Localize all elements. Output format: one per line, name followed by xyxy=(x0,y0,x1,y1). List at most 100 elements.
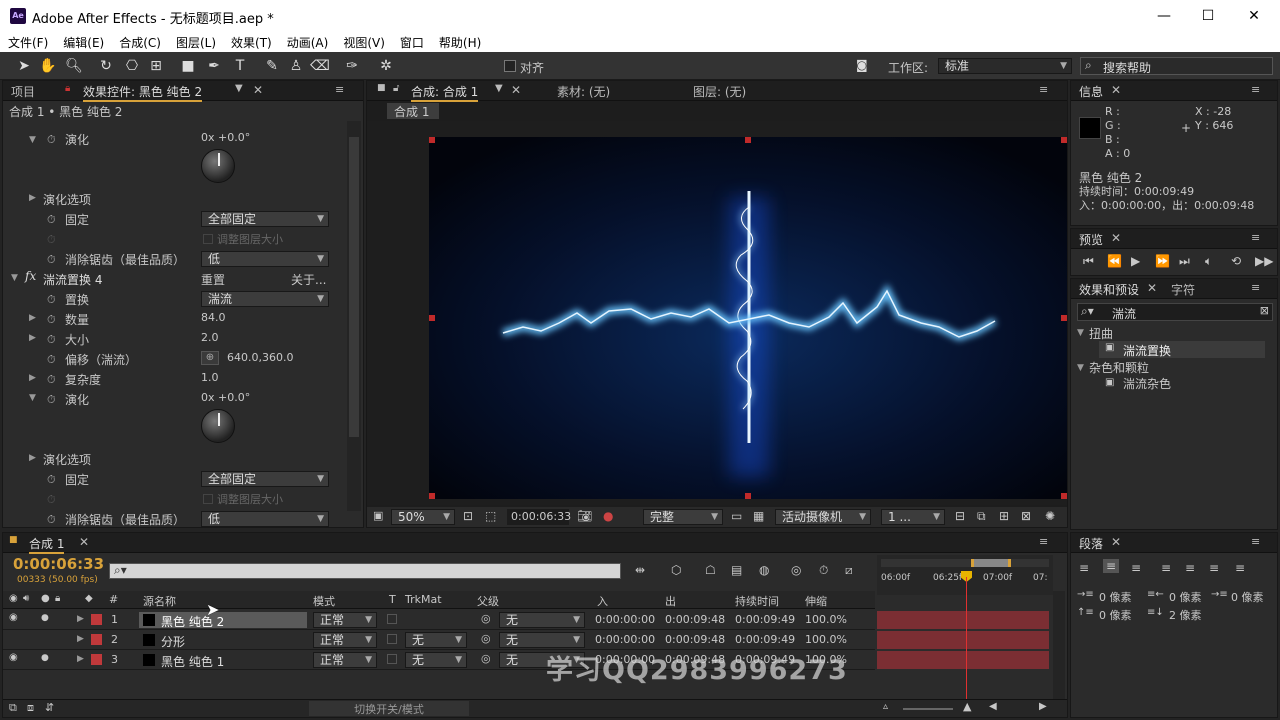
first-line-indent-value[interactable]: 0 像素 xyxy=(1231,589,1264,605)
timeline-current-time[interactable]: 0:00:06:33 xyxy=(13,555,104,573)
graph-editor-icon[interactable]: ⧄ xyxy=(845,563,853,578)
menu-animation[interactable]: 动画(A) xyxy=(279,32,336,52)
preserve-transparency-checkbox[interactable] xyxy=(387,614,397,624)
help-search-input[interactable]: ⌕ 搜索帮助 xyxy=(1080,57,1273,75)
prop-cycle-select[interactable]: 全部固定 xyxy=(201,211,329,227)
play-icon[interactable]: ▶ xyxy=(1131,254,1140,268)
timeline-vscrollbar[interactable] xyxy=(1053,591,1065,699)
tab-effect-controls[interactable]: 效果控件: 黑色 纯色 2 xyxy=(83,83,203,102)
brush-tool-icon[interactable]: ✎ xyxy=(262,56,282,76)
panel-menu-icon[interactable]: ≡ xyxy=(1251,535,1260,548)
align-center-icon[interactable]: ≡ xyxy=(1103,559,1120,573)
hand-tool-icon[interactable]: ✋ xyxy=(38,56,58,76)
layer-duration-bar[interactable] xyxy=(877,631,1049,649)
layer-name[interactable]: 黑色 纯色 1 xyxy=(161,653,224,670)
draft-3d-icon[interactable]: ⬡ xyxy=(671,563,681,577)
prop-offset-value[interactable]: 640.0,360.0 xyxy=(227,351,293,364)
close-tab-icon[interactable]: ✕ xyxy=(1147,281,1157,295)
solo-icon[interactable]: ● xyxy=(41,653,49,663)
tab-dropdown-icon[interactable]: ▼ xyxy=(235,83,243,94)
workspace-select[interactable]: 标准 xyxy=(938,58,1072,74)
prop-evolution-value[interactable]: 0x +0.0° xyxy=(201,391,250,404)
space-before-value[interactable]: 0 像素 xyxy=(1099,607,1132,623)
pickwhip-icon[interactable]: ◎ xyxy=(481,632,491,645)
layer-parent-select[interactable]: 无 xyxy=(499,612,585,628)
preserve-transparency-checkbox[interactable] xyxy=(387,654,397,664)
stopwatch-icon[interactable]: ⏱ xyxy=(47,293,56,307)
shy-layers-icon[interactable]: ☖ xyxy=(705,563,716,577)
reset-link[interactable]: 重置 xyxy=(201,271,225,288)
clear-search-icon[interactable]: ⊠ xyxy=(1260,304,1269,317)
motion-blur-icon[interactable]: ◍ xyxy=(759,563,769,577)
last-frame-icon[interactable]: ⏭ xyxy=(1179,254,1190,269)
layer-row[interactable]: ▶ 2 分形 正常 无 ◎ 无 0:00:00:00 0:00:09:48 0:… xyxy=(3,630,875,650)
layer-duration-bar[interactable] xyxy=(877,651,1049,669)
effect-turbulent-displace-item[interactable]: ▣ 湍流置换 xyxy=(1099,341,1265,358)
justify-center-icon[interactable]: ≡ xyxy=(1185,561,1195,575)
view-layout-select[interactable]: 1 ... xyxy=(881,509,945,525)
selection-tool-icon[interactable]: ➤ xyxy=(14,56,34,76)
layer-in[interactable]: 0:00:00:00 xyxy=(595,633,655,646)
camera-select[interactable]: 活动摄像机 xyxy=(775,509,871,525)
prop-antialias-select[interactable]: 低 xyxy=(201,251,329,267)
current-time-field[interactable]: 0:00:06:33 xyxy=(507,509,571,525)
text-tool-icon[interactable]: T xyxy=(230,56,250,76)
pen-tool-icon[interactable]: ✒ xyxy=(204,56,224,76)
align-right-icon[interactable]: ≡ xyxy=(1131,561,1141,575)
stopwatch-icon[interactable]: ⏱ xyxy=(47,313,56,327)
layer-out[interactable]: 0:00:09:48 xyxy=(665,613,725,626)
viewer-area[interactable] xyxy=(367,121,1067,505)
effect-turbulent-noise-item[interactable]: 湍流杂色 xyxy=(1123,375,1171,392)
close-tab-icon[interactable]: ✕ xyxy=(1111,535,1121,549)
fit-icon[interactable]: ⊡ xyxy=(463,509,473,523)
tab-timeline-comp[interactable]: 合成 1 xyxy=(29,535,65,554)
maximize-button[interactable]: ☐ xyxy=(1186,4,1230,28)
layer-parent-select[interactable]: 无 xyxy=(499,632,585,648)
expand-triangle-icon[interactable]: ▼ xyxy=(29,393,36,403)
about-link[interactable]: 关于... xyxy=(291,271,326,288)
indent-right-value[interactable]: 0 像素 xyxy=(1169,589,1202,605)
tab-footage[interactable]: 素材: (无) xyxy=(557,83,610,100)
zoom-out-icon[interactable]: ▵ xyxy=(883,701,888,712)
prop-size-value[interactable]: 2.0 xyxy=(201,331,219,344)
layer-row[interactable]: ◉ ● ▶ 1 黑色 纯色 2 正常 ◎ 无 0:00:00:00 0:00:0… xyxy=(3,610,875,630)
prev-frame-icon[interactable]: ⏪ xyxy=(1107,254,1122,268)
prop-amount-value[interactable]: 84.0 xyxy=(201,311,226,324)
expand-triangle-icon[interactable]: ▶ xyxy=(29,453,36,463)
expand-icon[interactable]: ⧈ xyxy=(27,701,34,715)
solo-icon[interactable]: ● xyxy=(41,613,49,623)
region-icon[interactable]: ▣ xyxy=(373,509,383,522)
justify-right-icon[interactable]: ≡ xyxy=(1209,561,1219,575)
stopwatch-icon[interactable]: ⏱ xyxy=(47,373,56,387)
layer-stretch[interactable]: 100.0% xyxy=(805,613,847,626)
layer-trkmat-select[interactable]: 无 xyxy=(405,652,467,668)
eraser-tool-icon[interactable]: ⌫ xyxy=(310,56,330,76)
menu-view[interactable]: 视图(V) xyxy=(335,32,392,52)
resolution-select[interactable]: 完整 xyxy=(643,509,723,525)
lock-icon[interactable]: 🔓︎ xyxy=(393,83,399,94)
space-after-value[interactable]: 2 像素 xyxy=(1169,607,1202,623)
auto-keyframe-icon[interactable]: ⏱ xyxy=(819,563,828,578)
prop-evolution-value[interactable]: 0x +0.0° xyxy=(201,131,250,144)
panel-menu-icon[interactable]: ≡ xyxy=(1039,83,1048,96)
render-icon[interactable]: ⧉ xyxy=(9,701,17,715)
comp-mini-flowchart-icon[interactable]: ⇹ xyxy=(635,563,645,577)
scroll-thumb[interactable] xyxy=(349,137,359,437)
label-color-swatch[interactable] xyxy=(91,614,102,625)
minimize-button[interactable]: — xyxy=(1142,4,1186,28)
expand-triangle-icon[interactable]: ▼ xyxy=(29,135,36,145)
stopwatch-icon[interactable]: ⏱ xyxy=(47,393,56,407)
align-left-icon[interactable]: ≡ xyxy=(1079,561,1089,575)
fast-preview-icon[interactable]: ⧉ xyxy=(977,509,986,524)
ram-preview-icon[interactable]: ▶▶ xyxy=(1255,254,1273,268)
layer-duration[interactable]: 0:00:09:49 xyxy=(735,633,795,646)
category-noise-grain[interactable]: 杂色和颗粒 xyxy=(1089,359,1149,376)
layer-duration[interactable]: 0:00:09:49 xyxy=(735,613,795,626)
tab-paragraph[interactable]: 段落 xyxy=(1079,535,1103,552)
fx-icon[interactable]: fx xyxy=(25,269,36,283)
layer-mode-select[interactable]: 正常 xyxy=(313,652,377,668)
audio-icon[interactable]: 🔈︎ xyxy=(1205,254,1212,269)
roto-brush-tool-icon[interactable]: ✑ xyxy=(342,56,362,76)
frame-blending-icon[interactable]: ▤ xyxy=(731,563,742,577)
panel-menu-icon[interactable]: ≡ xyxy=(1251,83,1260,96)
